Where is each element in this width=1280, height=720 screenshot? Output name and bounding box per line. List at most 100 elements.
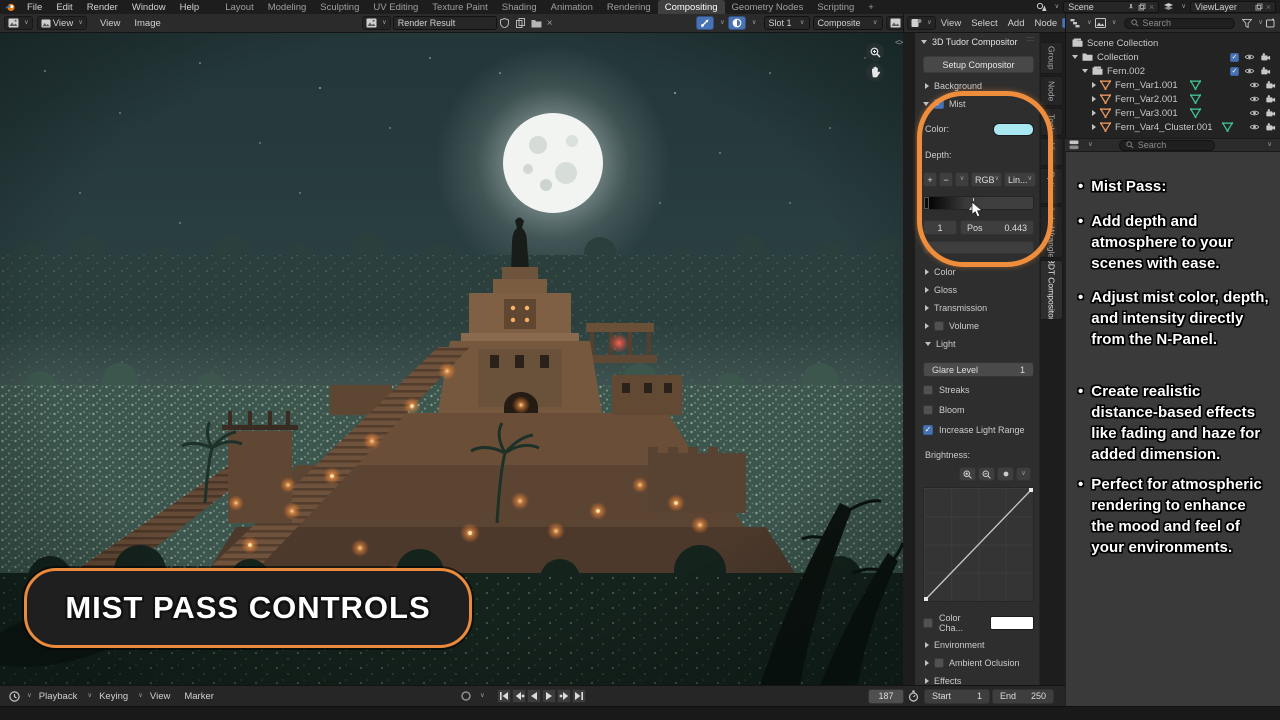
jump-to-start-button[interactable] bbox=[497, 689, 511, 703]
workspace-tab-layout[interactable]: Layout bbox=[218, 0, 261, 14]
pivot-point-button[interactable] bbox=[696, 16, 714, 30]
eye-icon[interactable] bbox=[1244, 52, 1255, 62]
menu-render[interactable]: Render bbox=[80, 0, 125, 14]
prev-keyframe-button[interactable] bbox=[512, 689, 526, 703]
increase-light-range-checkbox[interactable]: ✓ bbox=[923, 425, 933, 435]
exclude-checkbox[interactable]: ✓ bbox=[1230, 67, 1239, 76]
new-collection-icon[interactable] bbox=[1266, 18, 1276, 28]
workspace-tab-animation[interactable]: Animation bbox=[544, 0, 600, 14]
menu-playback[interactable]: Playback bbox=[32, 691, 85, 702]
menu-help[interactable]: Help bbox=[173, 0, 207, 14]
ambient-occlusion-checkbox[interactable] bbox=[934, 658, 944, 668]
chevron-down-icon[interactable]: ∨ bbox=[1181, 4, 1186, 11]
display-mode-icon[interactable] bbox=[1070, 18, 1081, 28]
chevron-down-icon[interactable]: ∨ bbox=[480, 693, 485, 700]
camera-icon[interactable] bbox=[1265, 94, 1276, 104]
panel-light[interactable]: Light bbox=[925, 339, 956, 349]
side-search-input[interactable]: Search bbox=[1119, 140, 1215, 151]
workspace-tab-geometry-nodes[interactable]: Geometry Nodes bbox=[725, 0, 811, 14]
outliner-row-collection[interactable]: Collection bbox=[1072, 50, 1139, 64]
blender-logo-icon[interactable] bbox=[0, 2, 20, 12]
expand-arrow-icon[interactable] bbox=[1092, 124, 1096, 130]
camera-icon[interactable] bbox=[1260, 52, 1271, 62]
play-reverse-button[interactable] bbox=[527, 689, 541, 703]
workspace-tab-modeling[interactable]: Modeling bbox=[261, 0, 314, 14]
scene-icon[interactable] bbox=[1036, 2, 1047, 12]
editor-type-button[interactable]: ∨ bbox=[4, 16, 33, 30]
add-workspace-button[interactable]: + bbox=[861, 0, 881, 14]
stopwatch-icon[interactable] bbox=[908, 690, 919, 702]
outliner-row-fern-var4-cluster[interactable]: Fern_Var4_Cluster.001 bbox=[1092, 120, 1233, 134]
next-keyframe-button[interactable] bbox=[557, 689, 571, 703]
menu-select[interactable]: Select bbox=[966, 18, 1002, 29]
zoom-gizmo[interactable] bbox=[866, 43, 884, 61]
panel-transmission[interactable]: Transmission bbox=[925, 303, 987, 313]
sidebar-tab-3dt-compositor[interactable]: 3DT Compositor bbox=[1041, 260, 1063, 320]
outliner-search-input[interactable]: Search bbox=[1124, 18, 1236, 29]
curve-zoom-out-button[interactable] bbox=[978, 467, 995, 481]
camera-icon[interactable] bbox=[1265, 80, 1276, 90]
chevron-down-icon[interactable]: ∨ bbox=[752, 20, 757, 27]
expand-arrow-icon[interactable] bbox=[1092, 82, 1096, 88]
chevron-down-icon[interactable]: ∨ bbox=[1088, 142, 1093, 149]
curve-tools-button[interactable] bbox=[997, 467, 1014, 481]
eye-icon[interactable] bbox=[1249, 108, 1260, 118]
outliner-row-fern-var2[interactable]: Fern_Var2.001 bbox=[1092, 92, 1201, 106]
panel-color[interactable]: Color bbox=[925, 267, 956, 277]
menu-file[interactable]: File bbox=[20, 0, 49, 14]
current-frame-field[interactable]: 187 bbox=[868, 689, 904, 704]
workspace-tab-scripting[interactable]: Scripting bbox=[810, 0, 861, 14]
menu-image[interactable]: Image bbox=[127, 18, 167, 29]
menu-view[interactable]: View bbox=[143, 691, 177, 702]
workspace-tab-compositing[interactable]: Compositing bbox=[658, 0, 725, 14]
panel-gloss[interactable]: Gloss bbox=[925, 285, 957, 295]
viewlayer-selector[interactable]: ViewLayer × bbox=[1190, 1, 1276, 13]
workspace-tab-sculpting[interactable]: Sculpting bbox=[313, 0, 366, 14]
menu-marker[interactable]: Marker bbox=[177, 691, 221, 702]
new-image-icon[interactable] bbox=[513, 18, 529, 28]
eye-icon[interactable] bbox=[1249, 94, 1260, 104]
setup-compositor-button[interactable]: Setup Compositor bbox=[923, 56, 1034, 73]
open-folder-icon[interactable] bbox=[529, 19, 545, 28]
sidebar-tab-node[interactable]: Node bbox=[1041, 76, 1063, 106]
menu-window[interactable]: Window bbox=[125, 0, 173, 14]
eye-icon[interactable] bbox=[1244, 66, 1255, 76]
chevron-down-icon[interactable]: ∨ bbox=[720, 20, 725, 27]
image-browse-button[interactable]: ∨ bbox=[362, 16, 391, 30]
outliner-row-fern-var1[interactable]: Fern_Var1.001 bbox=[1092, 78, 1201, 92]
menu-keying[interactable]: Keying bbox=[92, 691, 135, 702]
chevron-down-icon[interactable]: ∨ bbox=[1087, 20, 1092, 27]
menu-add[interactable]: Add bbox=[1003, 18, 1030, 29]
menu-view[interactable]: View bbox=[936, 18, 966, 29]
bloom-checkbox[interactable] bbox=[923, 405, 933, 415]
curve-zoom-in-button[interactable] bbox=[959, 467, 976, 481]
auto-keying-button[interactable] bbox=[460, 690, 472, 702]
frame-start-field[interactable]: Start1 bbox=[924, 689, 990, 704]
unlink-image-icon[interactable]: × bbox=[547, 18, 553, 29]
channel-color-swatch[interactable] bbox=[990, 616, 1034, 630]
eye-icon[interactable] bbox=[1249, 80, 1260, 90]
brightness-curve-widget[interactable] bbox=[923, 487, 1034, 602]
glare-level-slider[interactable]: Glare Level 1 bbox=[923, 362, 1034, 377]
scene-selector[interactable]: Scene × bbox=[1063, 1, 1159, 13]
outliner-row-fern-var3[interactable]: Fern_Var3.001 bbox=[1092, 106, 1201, 120]
pass-dropdown[interactable]: Composite ∨ bbox=[813, 16, 883, 30]
menu-node[interactable]: Node bbox=[1030, 18, 1063, 29]
snapping-button[interactable] bbox=[728, 16, 746, 30]
panel-environment[interactable]: Environment bbox=[925, 640, 985, 650]
workspace-tab-rendering[interactable]: Rendering bbox=[600, 0, 658, 14]
chevron-down-icon[interactable]: ∨ bbox=[1054, 4, 1059, 11]
expand-arrow-icon[interactable] bbox=[1092, 96, 1096, 102]
sidebar-tab-group[interactable]: Group bbox=[1041, 42, 1063, 74]
streaks-checkbox[interactable] bbox=[923, 385, 933, 395]
viewlayer-icon[interactable] bbox=[1163, 2, 1174, 12]
stacked-items-icon[interactable] bbox=[1069, 140, 1081, 150]
filter-image-icon[interactable] bbox=[1095, 18, 1106, 28]
expand-arrow-icon[interactable] bbox=[1092, 110, 1096, 116]
menu-edit[interactable]: Edit bbox=[49, 0, 79, 14]
menu-view[interactable]: View bbox=[93, 18, 127, 29]
camera-icon[interactable] bbox=[1260, 66, 1271, 76]
workspace-tab-texture-paint[interactable]: Texture Paint bbox=[425, 0, 494, 14]
panel-background[interactable]: Background bbox=[925, 81, 982, 91]
chevron-down-icon[interactable]: ∨ bbox=[1112, 20, 1117, 27]
